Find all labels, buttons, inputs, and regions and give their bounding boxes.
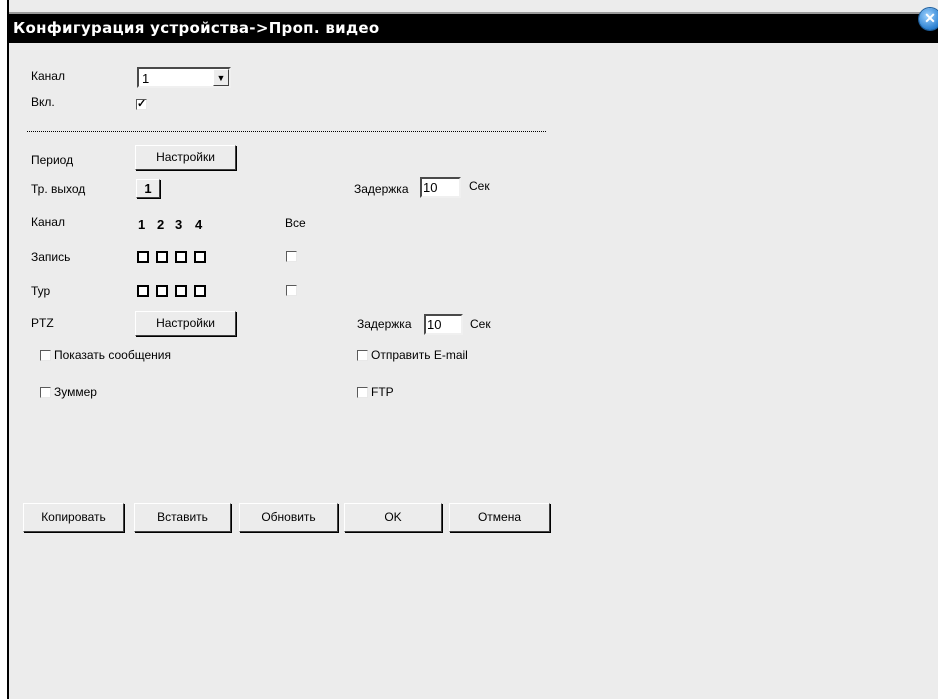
- send-email-label: Отправить E-mail: [371, 348, 468, 362]
- tour-channel-4-checkbox[interactable]: [194, 285, 206, 297]
- record-channel-2-checkbox[interactable]: [156, 251, 168, 263]
- delay-label: Задержка: [354, 182, 409, 196]
- record-label: Запись: [31, 250, 71, 264]
- ptz-delay-unit-label: Сек: [470, 317, 491, 331]
- channels-header-label: Канал: [31, 215, 65, 229]
- ptz-delay-input[interactable]: 10: [424, 314, 463, 335]
- title-bar: Конфигурация устройства->Проп. видео: [9, 12, 938, 43]
- record-channel-4-checkbox[interactable]: [194, 251, 206, 263]
- channel-select-value: 1: [142, 71, 150, 86]
- record-channel-1-checkbox[interactable]: [137, 251, 149, 263]
- buzzer-checkbox[interactable]: [40, 387, 51, 398]
- close-icon[interactable]: ✕: [919, 8, 938, 30]
- ftp-label: FTP: [371, 385, 394, 399]
- channel-number-3: 3: [175, 217, 183, 232]
- alarm-out-label: Тр. выход: [31, 182, 86, 196]
- ftp-checkbox[interactable]: [357, 387, 368, 398]
- record-channel-3-checkbox[interactable]: [175, 251, 187, 263]
- channel-select[interactable]: 1 ▼: [137, 67, 231, 88]
- ptz-settings-button[interactable]: Настройки: [135, 311, 236, 336]
- enable-checkbox[interactable]: ✓: [136, 99, 147, 110]
- send-email-checkbox[interactable]: [357, 350, 368, 361]
- cancel-button[interactable]: Отмена: [449, 503, 550, 532]
- record-all-checkbox[interactable]: [286, 251, 297, 262]
- channel-number-4: 4: [195, 217, 203, 232]
- tour-channel-1-checkbox[interactable]: [137, 285, 149, 297]
- tour-label: Тур: [31, 284, 51, 298]
- all-label: Все: [285, 216, 306, 230]
- channel-number-2: 2: [157, 217, 165, 232]
- period-label: Период: [31, 153, 74, 167]
- copy-button[interactable]: Копировать: [23, 503, 124, 532]
- ok-button[interactable]: OK: [344, 503, 442, 532]
- buzzer-label: Зуммер: [54, 385, 97, 399]
- enable-label: Вкл.: [31, 95, 55, 109]
- channel-label: Канал: [31, 69, 65, 83]
- delay-unit-label: Сек: [469, 179, 490, 193]
- period-settings-button[interactable]: Настройки: [135, 145, 236, 170]
- delay-input[interactable]: 10: [420, 177, 461, 198]
- ptz-delay-label: Задержка: [357, 317, 412, 331]
- tour-all-checkbox[interactable]: [286, 285, 297, 296]
- window-left-edge: [0, 0, 9, 699]
- tour-channel-3-checkbox[interactable]: [175, 285, 187, 297]
- channel-number-1: 1: [138, 217, 146, 232]
- refresh-button[interactable]: Обновить: [239, 503, 338, 532]
- show-message-checkbox[interactable]: [40, 350, 51, 361]
- video-detect-panel: Канал 1 ▼ Вкл. ✓ Период Настройки Тр. вы…: [9, 43, 938, 699]
- chevron-down-icon[interactable]: ▼: [213, 69, 229, 86]
- paste-button[interactable]: Вставить: [134, 503, 231, 532]
- window-title: Конфигурация устройства->Проп. видео: [13, 19, 380, 37]
- tour-channel-2-checkbox[interactable]: [156, 285, 168, 297]
- divider: [27, 131, 546, 132]
- show-message-label: Показать сообщения: [54, 348, 171, 362]
- alarm-out-channel-button[interactable]: 1: [136, 179, 160, 198]
- ptz-label: PTZ: [31, 316, 54, 330]
